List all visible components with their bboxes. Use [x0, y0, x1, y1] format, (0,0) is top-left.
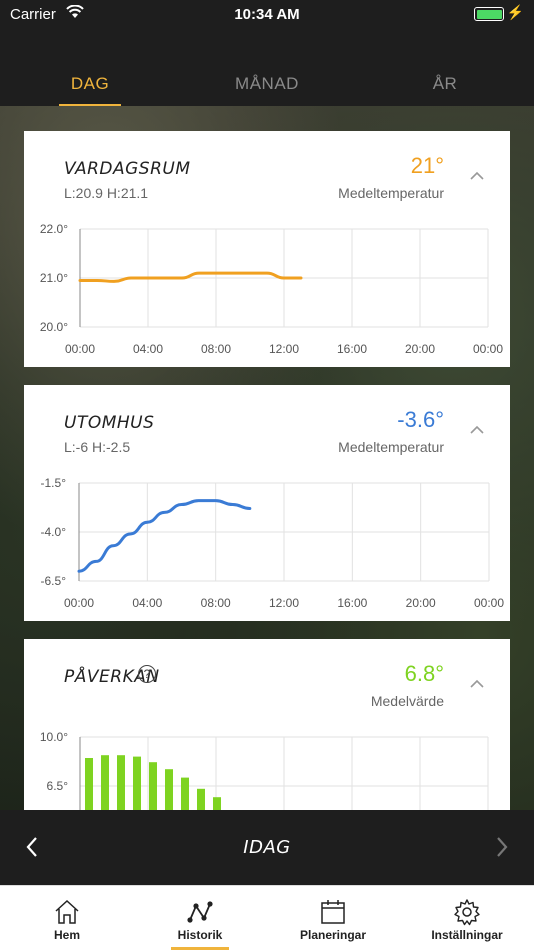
tab-manad[interactable]: MÅNAD [207, 74, 327, 94]
tab-dag[interactable]: DAG [30, 74, 150, 94]
current-date-label: IDAG [243, 837, 291, 858]
battery-icon [474, 7, 504, 21]
x-tick-label: 12:00 [269, 342, 299, 356]
nav-historik[interactable]: Historik [133, 886, 267, 950]
temperature-chart: 22.0° 21.0° 20.0° 00:00 04:00 08:00 12:00 16:00… [40, 222, 503, 356]
clock: 10:34 AM [234, 6, 300, 23]
y-tick-label: 22.0° [40, 222, 68, 236]
x-tick-label: 04:00 [132, 596, 162, 610]
bar [165, 769, 173, 810]
history-content[interactable]: VARDAGSRUM L:20.9 H:21.1 21° Medeltemper… [0, 106, 534, 810]
temperature-chart: -1.5° -4.0° -6.5° 00:00 04:00 08:00 12:00 16:00… [41, 476, 505, 610]
card-paverkan[interactable]: PÅVERKAN ? 6.8° Medelvärde 10.0° 6.5° [24, 639, 510, 810]
x-tick-label: 08:00 [201, 342, 231, 356]
y-tick-label: 20.0° [40, 320, 68, 334]
nav-label: Hem [53, 928, 80, 942]
bar [85, 758, 93, 810]
y-tick-label: 10.0° [40, 730, 68, 744]
bar [197, 788, 205, 810]
nav-installningar[interactable]: Inställningar [400, 886, 534, 950]
bar [181, 777, 189, 810]
charging-icon: ⚡ [506, 4, 524, 20]
bar [133, 756, 141, 810]
bar [101, 755, 109, 810]
history-icon [187, 901, 213, 923]
home-icon [55, 899, 79, 924]
card-utomhus[interactable]: UTOMHUS L:-6 H:-2.5 -3.6° Medeltemperatu… [24, 385, 510, 621]
tab-ar[interactable]: ÅR [385, 74, 505, 94]
nav-label: Inställningar [431, 928, 503, 942]
x-tick-label: 16:00 [337, 342, 367, 356]
x-tick-label: 08:00 [201, 596, 231, 610]
bar [149, 762, 157, 810]
x-tick-label: 16:00 [337, 596, 367, 610]
next-day-icon[interactable] [495, 836, 509, 858]
card-vardagsrum[interactable]: VARDAGSRUM L:20.9 H:21.1 21° Medeltemper… [24, 131, 510, 367]
x-tick-label: 00:00 [473, 342, 503, 356]
x-tick-label: 00:00 [64, 596, 94, 610]
bottom-nav: Hem Historik Planeringar Inställningar [0, 885, 534, 950]
gear-icon [454, 899, 480, 926]
period-tabs: DAG MÅNAD ÅR [0, 30, 534, 107]
status-bar: Carrier 10:34 AM ⚡ [0, 0, 534, 30]
impact-bar-chart: 10.0° 6.5° [40, 730, 489, 810]
y-tick-label: -6.5° [41, 574, 67, 588]
y-tick-label: -4.0° [41, 525, 67, 539]
calendar-icon [321, 900, 345, 924]
nav-hem[interactable]: Hem [0, 886, 134, 950]
series-line [77, 499, 252, 573]
nav-label: Historik [177, 928, 223, 942]
y-tick-label: -1.5° [41, 476, 67, 490]
nav-planeringar[interactable]: Planeringar [266, 886, 400, 950]
series-line [78, 271, 303, 283]
x-tick-label: 00:00 [65, 342, 95, 356]
x-tick-label: 20:00 [405, 342, 435, 356]
y-tick-label: 21.0° [40, 271, 68, 285]
x-tick-label: 00:00 [474, 596, 504, 610]
y-tick-label: 6.5° [47, 779, 69, 793]
date-navigator: IDAG [0, 810, 534, 885]
x-tick-label: 04:00 [133, 342, 163, 356]
nav-label: Planeringar [299, 928, 367, 942]
x-tick-label: 12:00 [269, 596, 299, 610]
bar [213, 797, 221, 810]
x-tick-label: 20:00 [406, 596, 436, 610]
bar [117, 755, 125, 810]
